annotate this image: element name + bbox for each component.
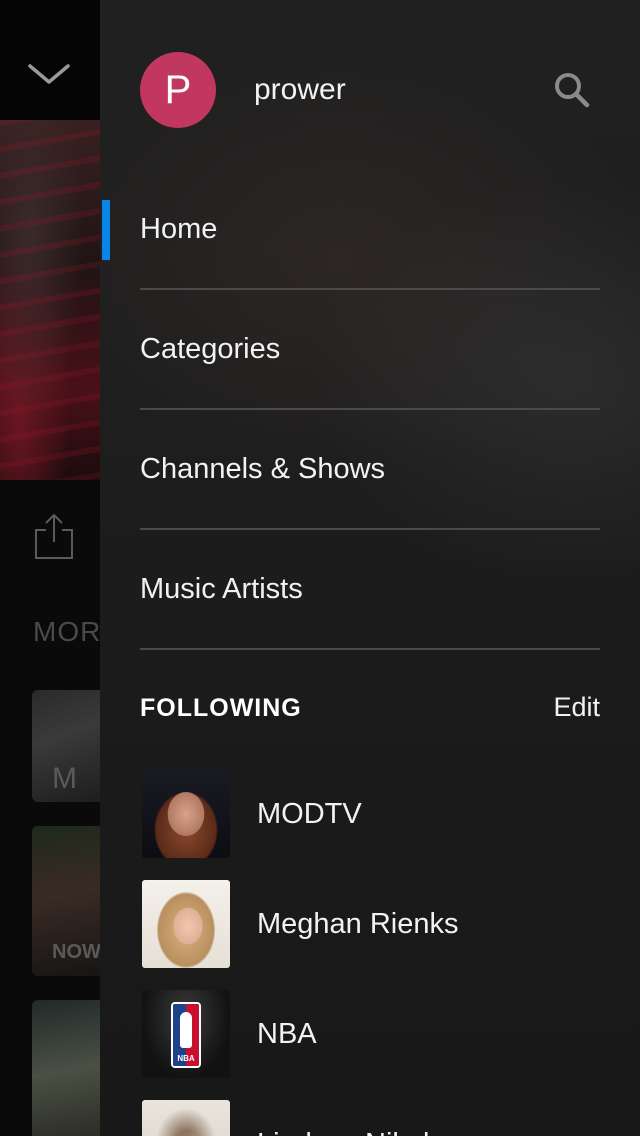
channel-avatar: NBA [142, 990, 230, 1078]
nav-item-categories[interactable]: Categories [140, 290, 600, 410]
search-button[interactable] [550, 68, 594, 112]
nba-logo-icon: NBA [171, 1002, 201, 1068]
more-section-heading: MOR [33, 616, 102, 647]
following-item-nba[interactable]: NBA NBA [142, 990, 600, 1078]
logo-silhouette [180, 1012, 192, 1048]
player-top-bar [0, 0, 100, 120]
nav-item-label: Categories [140, 333, 281, 365]
nav-item-label: Channels & Shows [140, 453, 386, 485]
nav-item-channels-shows[interactable]: Channels & Shows [140, 410, 600, 530]
edit-following-button[interactable]: Edit [553, 692, 600, 723]
channel-avatar [142, 1100, 230, 1136]
nav-item-music-artists[interactable]: Music Artists [140, 530, 600, 650]
thumbnail-text: M [52, 762, 77, 795]
following-item-meghan-rienks[interactable]: Meghan Rienks [142, 880, 600, 968]
nav-item-label: Home [140, 213, 218, 245]
channel-avatar [142, 770, 230, 858]
share-icon[interactable] [34, 512, 74, 560]
app-screen: MOR M NOW P prower Home Categories Chann… [0, 0, 640, 1136]
video-player[interactable] [0, 120, 100, 480]
nav-item-home[interactable]: Home [140, 170, 600, 290]
following-item-modtv[interactable]: MODTV [142, 770, 600, 858]
following-item-lindsey-nikole[interactable]: Lindsey Nikole [142, 1100, 600, 1136]
search-icon [555, 73, 590, 108]
navigation-drawer: P prower Home Categories Channels & Show… [100, 0, 640, 1136]
username[interactable]: prower [254, 72, 346, 108]
avatar[interactable]: P [140, 52, 216, 128]
following-item-name: NBA [257, 1018, 317, 1050]
logo-text: NBA [177, 1054, 195, 1063]
following-heading: FOLLOWING [140, 694, 302, 722]
chevron-down-icon[interactable] [28, 62, 70, 86]
following-item-name: MODTV [257, 798, 362, 830]
active-indicator [102, 200, 110, 260]
following-item-name: Lindsey Nikole [257, 1126, 446, 1136]
nav-item-label: Music Artists [140, 573, 303, 605]
following-item-name: Meghan Rienks [257, 908, 459, 940]
thumbnail-text: NOW [52, 941, 101, 963]
channel-avatar [142, 880, 230, 968]
